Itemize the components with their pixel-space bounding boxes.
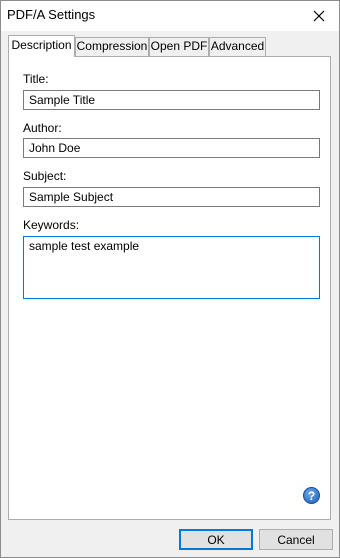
keywords-field[interactable]: sample test example bbox=[23, 236, 320, 299]
window-title: PDF/A Settings bbox=[7, 7, 96, 22]
close-icon bbox=[313, 10, 325, 22]
tab-description[interactable]: Description bbox=[8, 35, 75, 57]
cancel-button[interactable]: Cancel bbox=[259, 529, 333, 550]
subject-field[interactable] bbox=[23, 187, 320, 207]
keywords-label: Keywords: bbox=[23, 218, 80, 232]
tab-compression[interactable]: Compression bbox=[75, 37, 149, 56]
tab-open-pdf[interactable]: Open PDF bbox=[149, 37, 209, 56]
author-field[interactable] bbox=[23, 138, 320, 158]
help-icon: ? bbox=[307, 488, 316, 503]
author-label: Author: bbox=[23, 121, 62, 135]
title-bar: PDF/A Settings bbox=[1, 1, 339, 31]
description-panel: Title: Author: Subject: Keywords: sample… bbox=[8, 56, 331, 520]
tab-advanced[interactable]: Advanced bbox=[209, 37, 266, 56]
subject-label: Subject: bbox=[23, 169, 67, 183]
tab-strip: Description Compression Open PDF Advance… bbox=[8, 35, 328, 57]
help-button[interactable]: ? bbox=[303, 487, 320, 504]
ok-button[interactable]: OK bbox=[179, 529, 253, 550]
title-field[interactable] bbox=[23, 90, 320, 110]
title-label: Title: bbox=[23, 72, 49, 86]
close-button[interactable] bbox=[299, 1, 339, 31]
pdfa-settings-dialog: PDF/A Settings Description Compression O… bbox=[0, 0, 340, 558]
